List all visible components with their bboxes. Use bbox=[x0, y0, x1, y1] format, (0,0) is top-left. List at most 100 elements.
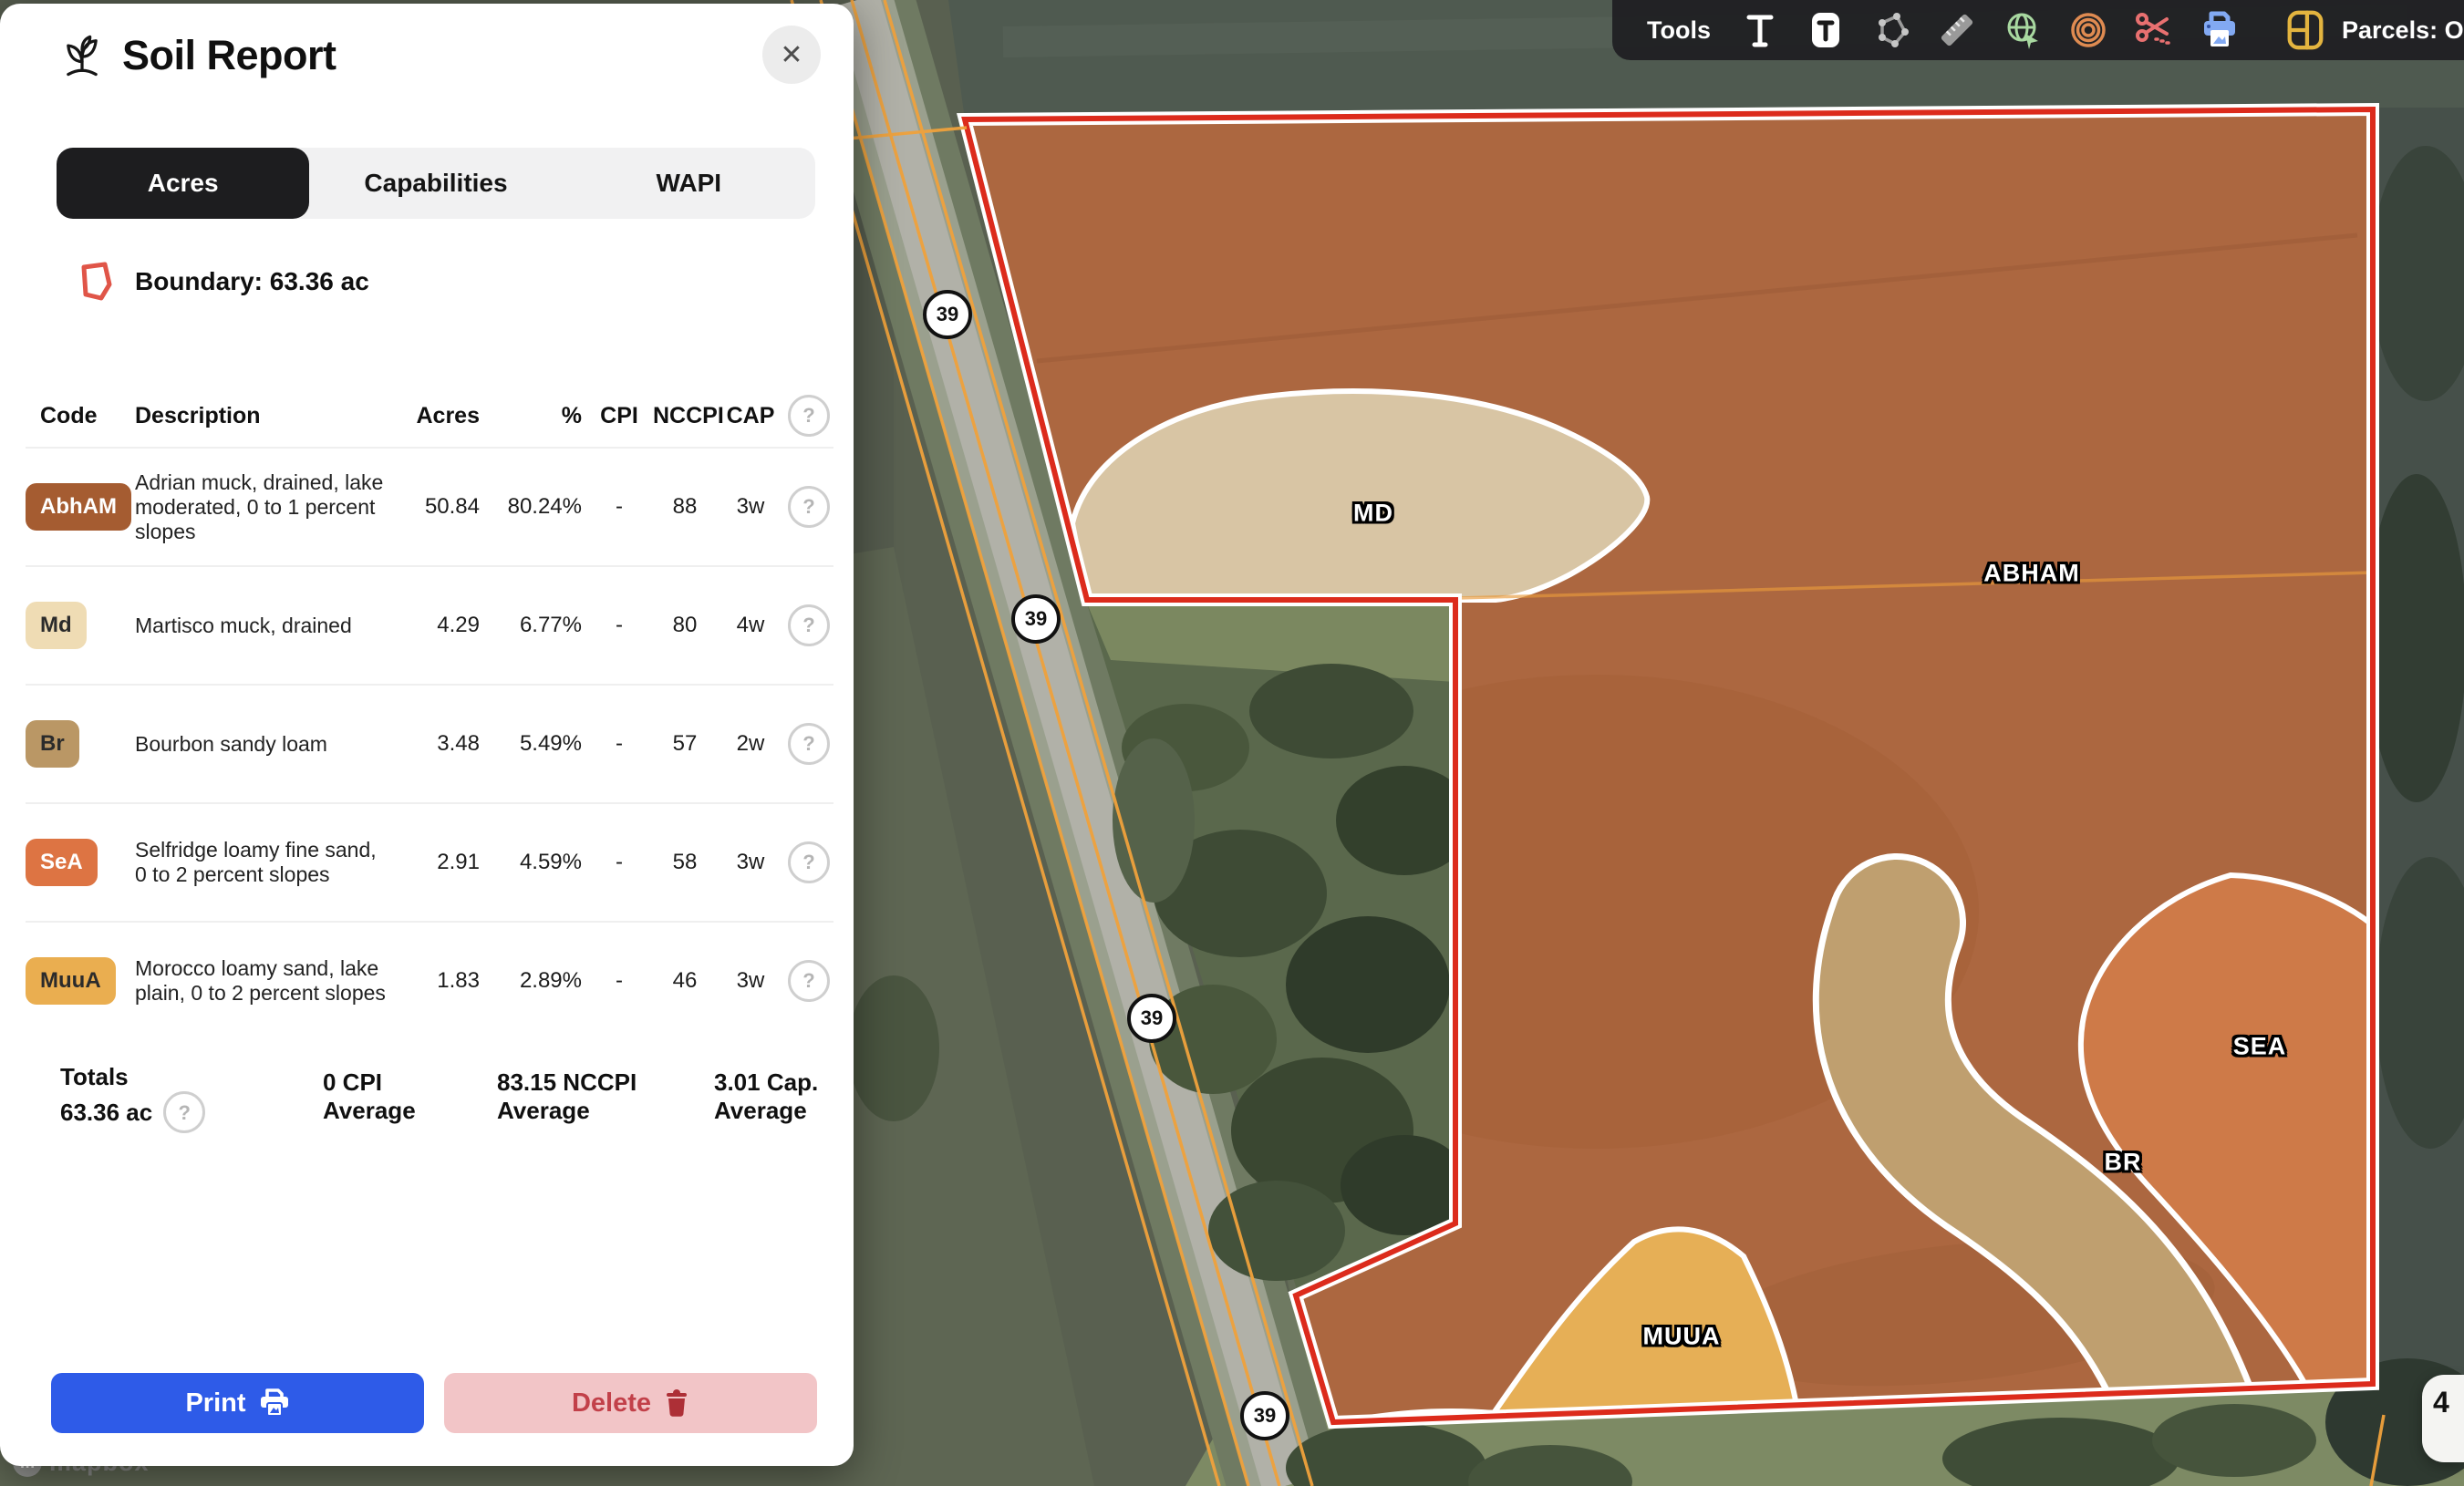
tab-bar: Acres Capabilities WAPI bbox=[57, 148, 815, 219]
soil-code-badge-1: Md bbox=[26, 602, 87, 649]
panel-actions: Print Delete bbox=[51, 1373, 817, 1433]
table-header: Code Description Acres % CPI NCCPI CAP ? bbox=[26, 385, 833, 447]
cap-value: 3w bbox=[717, 968, 784, 994]
soil-code-badge-3: SeA bbox=[26, 839, 98, 886]
acres-value: 1.83 bbox=[399, 968, 483, 994]
cap-value: 4w bbox=[717, 613, 784, 638]
route-marker-39: 39 bbox=[1240, 1391, 1289, 1440]
totals-cap: 3.01 Cap.Average bbox=[714, 1068, 818, 1125]
text-box-tool-icon[interactable] bbox=[1804, 8, 1848, 52]
totals-cpi: 0 CPIAverage bbox=[323, 1068, 416, 1125]
soil-label-br: BR bbox=[2105, 1149, 2142, 1177]
cpi-value: - bbox=[585, 494, 653, 520]
cpi-value: - bbox=[585, 731, 653, 757]
ruler-tool-icon[interactable] bbox=[1935, 8, 1979, 52]
polygon-tool-icon[interactable] bbox=[1869, 8, 1913, 52]
panel-header: Soil Report ✕ bbox=[58, 24, 821, 88]
soil-code-badge-2: Br bbox=[26, 720, 79, 768]
soil-label-abham: ABHAM bbox=[1983, 560, 2080, 588]
soil-description: Adrian muck, drained, lake moderated, 0 … bbox=[135, 470, 399, 544]
delete-button[interactable]: Delete bbox=[444, 1373, 817, 1433]
help-icon[interactable]: ? bbox=[788, 841, 830, 883]
acres-value: 3.48 bbox=[399, 731, 483, 757]
help-icon[interactable]: ? bbox=[788, 723, 830, 765]
table-row: SeA Selfridge loamy fine sand, 0 to 2 pe… bbox=[26, 802, 833, 921]
parcels-tool-icon[interactable] bbox=[2283, 8, 2327, 52]
totals-nccpi: 83.15 NCCPIAverage bbox=[497, 1068, 637, 1125]
cap-value: 3w bbox=[717, 850, 784, 875]
cap-value: 3w bbox=[717, 494, 784, 520]
cpi-value: - bbox=[585, 968, 653, 994]
soil-description: Morocco loamy sand, lake plain, 0 to 2 p… bbox=[135, 956, 399, 1006]
print-tool-icon[interactable] bbox=[2198, 8, 2241, 52]
print-button-label: Print bbox=[185, 1388, 245, 1419]
cpi-value: - bbox=[585, 850, 653, 875]
soil-label-muua: MUUA bbox=[1643, 1323, 1721, 1351]
cpi-value: - bbox=[585, 613, 653, 638]
table-row: Md Martisco muck, drained 4.29 6.77% - 8… bbox=[26, 565, 833, 684]
scissors-tool-icon[interactable] bbox=[2132, 8, 2176, 52]
soil-description: Selfridge loamy fine sand, 0 to 2 percen… bbox=[135, 838, 399, 887]
sprout-icon bbox=[58, 32, 106, 79]
soil-description: Bourbon sandy loam bbox=[135, 732, 399, 757]
route-marker-39: 39 bbox=[923, 290, 972, 339]
soil-code-badge-4: MuuA bbox=[26, 957, 116, 1005]
table-row: Br Bourbon sandy loam 3.48 5.49% - 57 2w… bbox=[26, 684, 833, 802]
soil-code-badge-0: AbhAM bbox=[26, 483, 131, 531]
route-marker-39: 39 bbox=[1011, 594, 1061, 644]
nccpi-value: 88 bbox=[653, 494, 717, 520]
cap-value: 2w bbox=[717, 731, 784, 757]
soil-table: Code Description Acres % CPI NCCPI CAP ?… bbox=[26, 385, 833, 1039]
boundary-polygon-icon bbox=[77, 261, 117, 303]
soil-description: Martisco muck, drained bbox=[135, 614, 399, 638]
close-icon[interactable]: ✕ bbox=[762, 26, 821, 84]
header-acres: Acres bbox=[399, 403, 483, 429]
percent-value: 2.89% bbox=[483, 968, 585, 994]
parcels-toggle[interactable]: Parcels: On ⌄ bbox=[2283, 8, 2464, 52]
help-icon[interactable]: ? bbox=[788, 960, 830, 1002]
delete-button-label: Delete bbox=[572, 1388, 651, 1419]
nccpi-value: 46 bbox=[653, 968, 717, 994]
boundary-acreage-label: Boundary: 63.36 ac bbox=[135, 267, 369, 296]
help-icon[interactable]: ? bbox=[788, 604, 830, 646]
trash-icon bbox=[664, 1388, 689, 1418]
header-description: Description bbox=[135, 403, 399, 429]
header-percent: % bbox=[483, 403, 585, 429]
route-marker-39: 39 bbox=[1127, 994, 1176, 1043]
percent-value: 5.49% bbox=[483, 731, 585, 757]
help-icon[interactable]: ? bbox=[788, 395, 830, 437]
header-nccpi: NCCPI bbox=[653, 403, 717, 429]
rings-tool-icon[interactable] bbox=[2066, 8, 2110, 52]
help-icon[interactable]: ? bbox=[788, 486, 830, 528]
nccpi-value: 57 bbox=[653, 731, 717, 757]
table-row: MuuA Morocco loamy sand, lake plain, 0 t… bbox=[26, 921, 833, 1039]
table-row: AbhAM Adrian muck, drained, lake moderat… bbox=[26, 447, 833, 565]
help-icon[interactable]: ? bbox=[163, 1091, 205, 1133]
printer-icon bbox=[259, 1388, 290, 1418]
print-button[interactable]: Print bbox=[51, 1373, 424, 1433]
soil-label-sea: SEA bbox=[2233, 1033, 2287, 1061]
soil-report-panel: Soil Report ✕ Acres Capabilities WAPI Bo… bbox=[0, 4, 854, 1466]
tab-capabilities[interactable]: Capabilities bbox=[309, 148, 562, 219]
text-tool-icon[interactable] bbox=[1738, 8, 1782, 52]
map-toolbar: Tools bbox=[1612, 0, 2464, 60]
tab-wapi[interactable]: WAPI bbox=[563, 148, 815, 219]
percent-value: 80.24% bbox=[483, 494, 585, 520]
globe-tool-icon[interactable] bbox=[2001, 8, 2045, 52]
totals-acres: 63.36 ac bbox=[60, 1099, 152, 1127]
header-cpi: CPI bbox=[585, 403, 653, 429]
nccpi-value: 80 bbox=[653, 613, 717, 638]
header-cap: CAP bbox=[717, 403, 784, 429]
totals-row: Totals 63.36 ac ? 0 CPIAverage 83.15 NCC… bbox=[0, 1063, 854, 1136]
acres-value: 2.91 bbox=[399, 850, 483, 875]
tools-label: Tools bbox=[1647, 16, 1711, 45]
zoom-level-badge[interactable]: 4 bbox=[2422, 1375, 2464, 1462]
acres-value: 4.29 bbox=[399, 613, 483, 638]
boundary-summary: Boundary: 63.36 ac bbox=[77, 261, 369, 303]
soil-label-md: MD bbox=[1353, 500, 1393, 528]
totals-label: Totals bbox=[60, 1063, 205, 1091]
header-code: Code bbox=[26, 403, 135, 429]
nccpi-value: 58 bbox=[653, 850, 717, 875]
tab-acres[interactable]: Acres bbox=[57, 148, 309, 219]
acres-value: 50.84 bbox=[399, 494, 483, 520]
